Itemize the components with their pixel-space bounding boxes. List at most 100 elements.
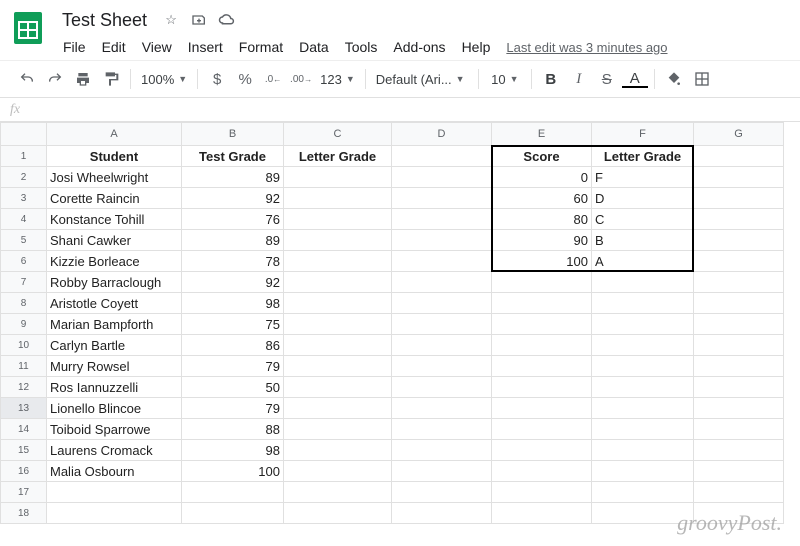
cell-F6[interactable]: A xyxy=(592,251,694,272)
menu-insert[interactable]: Insert xyxy=(181,35,230,59)
cell-D8[interactable] xyxy=(392,293,492,314)
cell-F11[interactable] xyxy=(592,356,694,377)
formula-bar[interactable]: fx xyxy=(0,98,800,122)
italic-button[interactable]: I xyxy=(566,66,592,92)
col-header-G[interactable]: G xyxy=(694,123,784,146)
cloud-status-icon[interactable] xyxy=(217,10,237,30)
cell-F9[interactable] xyxy=(592,314,694,335)
cell-C18[interactable] xyxy=(284,503,392,524)
cell-A6[interactable]: Kizzie Borleace xyxy=(47,251,182,272)
cell-A8[interactable]: Aristotle Coyett xyxy=(47,293,182,314)
spreadsheet-grid[interactable]: ABCDEFG1StudentTest GradeLetter GradeSco… xyxy=(0,122,800,524)
cell-G2[interactable] xyxy=(694,167,784,188)
cell-B2[interactable]: 89 xyxy=(182,167,284,188)
cell-A4[interactable]: Konstance Tohill xyxy=(47,209,182,230)
cell-B7[interactable]: 92 xyxy=(182,272,284,293)
cell-G5[interactable] xyxy=(694,230,784,251)
row-header-11[interactable]: 11 xyxy=(1,356,47,377)
cell-F15[interactable] xyxy=(592,440,694,461)
cell-A11[interactable]: Murry Rowsel xyxy=(47,356,182,377)
currency-button[interactable]: $ xyxy=(204,66,230,92)
cell-A18[interactable] xyxy=(47,503,182,524)
row-header-5[interactable]: 5 xyxy=(1,230,47,251)
print-icon[interactable] xyxy=(70,66,96,92)
cell-F8[interactable] xyxy=(592,293,694,314)
cell-F14[interactable] xyxy=(592,419,694,440)
cell-C11[interactable] xyxy=(284,356,392,377)
cell-B11[interactable]: 79 xyxy=(182,356,284,377)
cell-F2[interactable]: F xyxy=(592,167,694,188)
sheets-logo[interactable] xyxy=(8,8,48,48)
move-icon[interactable] xyxy=(189,10,209,30)
cell-E11[interactable] xyxy=(492,356,592,377)
cell-G9[interactable] xyxy=(694,314,784,335)
cell-D9[interactable] xyxy=(392,314,492,335)
row-header-16[interactable]: 16 xyxy=(1,461,47,482)
cell-E3[interactable]: 60 xyxy=(492,188,592,209)
cell-E4[interactable]: 80 xyxy=(492,209,592,230)
cell-G14[interactable] xyxy=(694,419,784,440)
cell-G6[interactable] xyxy=(694,251,784,272)
cell-E1[interactable]: Score xyxy=(492,146,592,167)
cell-D11[interactable] xyxy=(392,356,492,377)
cell-E16[interactable] xyxy=(492,461,592,482)
cell-A5[interactable]: Shani Cawker xyxy=(47,230,182,251)
row-header-17[interactable]: 17 xyxy=(1,482,47,503)
cell-D7[interactable] xyxy=(392,272,492,293)
cell-E18[interactable] xyxy=(492,503,592,524)
font-select[interactable]: Default (Ari...▼ xyxy=(372,66,472,92)
cell-F4[interactable]: C xyxy=(592,209,694,230)
row-header-12[interactable]: 12 xyxy=(1,377,47,398)
cell-E14[interactable] xyxy=(492,419,592,440)
cell-C3[interactable] xyxy=(284,188,392,209)
cell-D2[interactable] xyxy=(392,167,492,188)
row-header-9[interactable]: 9 xyxy=(1,314,47,335)
col-header-C[interactable]: C xyxy=(284,123,392,146)
cell-B8[interactable]: 98 xyxy=(182,293,284,314)
cell-A10[interactable]: Carlyn Bartle xyxy=(47,335,182,356)
cell-F16[interactable] xyxy=(592,461,694,482)
cell-C2[interactable] xyxy=(284,167,392,188)
row-header-8[interactable]: 8 xyxy=(1,293,47,314)
row-header-1[interactable]: 1 xyxy=(1,146,47,167)
cell-G15[interactable] xyxy=(694,440,784,461)
cell-C17[interactable] xyxy=(284,482,392,503)
row-header-18[interactable]: 18 xyxy=(1,503,47,524)
row-header-2[interactable]: 2 xyxy=(1,167,47,188)
cell-C5[interactable] xyxy=(284,230,392,251)
row-header-4[interactable]: 4 xyxy=(1,209,47,230)
col-header-E[interactable]: E xyxy=(492,123,592,146)
cell-F13[interactable] xyxy=(592,398,694,419)
row-header-3[interactable]: 3 xyxy=(1,188,47,209)
cell-F7[interactable] xyxy=(592,272,694,293)
cell-E2[interactable]: 0 xyxy=(492,167,592,188)
cell-E7[interactable] xyxy=(492,272,592,293)
cell-F1[interactable]: Letter Grade xyxy=(592,146,694,167)
cell-A15[interactable]: Laurens Cromack xyxy=(47,440,182,461)
fill-color-button[interactable] xyxy=(661,66,687,92)
number-format-select[interactable]: 123▼ xyxy=(316,66,359,92)
row-header-7[interactable]: 7 xyxy=(1,272,47,293)
row-header-15[interactable]: 15 xyxy=(1,440,47,461)
cell-B10[interactable]: 86 xyxy=(182,335,284,356)
menu-tools[interactable]: Tools xyxy=(338,35,385,59)
row-header-14[interactable]: 14 xyxy=(1,419,47,440)
redo-icon[interactable] xyxy=(42,66,68,92)
cell-A1[interactable]: Student xyxy=(47,146,182,167)
cell-D5[interactable] xyxy=(392,230,492,251)
font-size-select[interactable]: 10▼ xyxy=(485,66,525,92)
cell-G11[interactable] xyxy=(694,356,784,377)
cell-A16[interactable]: Malia Osbourn xyxy=(47,461,182,482)
select-all-corner[interactable] xyxy=(1,123,47,146)
undo-icon[interactable] xyxy=(14,66,40,92)
cell-C4[interactable] xyxy=(284,209,392,230)
cell-E12[interactable] xyxy=(492,377,592,398)
cell-D1[interactable] xyxy=(392,146,492,167)
cell-C8[interactable] xyxy=(284,293,392,314)
cell-A14[interactable]: Toiboid Sparrowe xyxy=(47,419,182,440)
menu-format[interactable]: Format xyxy=(232,35,290,59)
cell-F17[interactable] xyxy=(592,482,694,503)
cell-G17[interactable] xyxy=(694,482,784,503)
cell-D17[interactable] xyxy=(392,482,492,503)
cell-B1[interactable]: Test Grade xyxy=(182,146,284,167)
